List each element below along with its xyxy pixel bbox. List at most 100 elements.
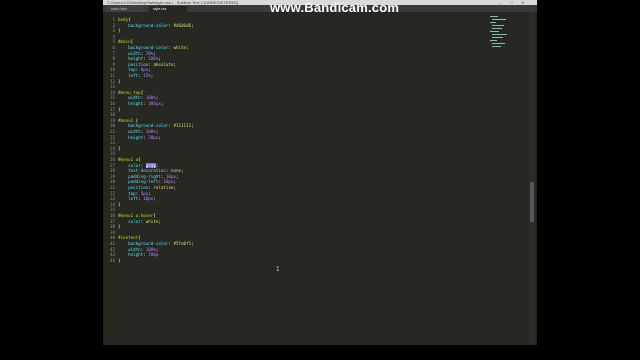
code-token: height (118, 134, 144, 140)
code-token: top (118, 67, 136, 73)
line-number: 44 (109, 257, 115, 263)
selected-token: gray (145, 162, 156, 168)
code-token: ; (153, 50, 156, 56)
code-token: 100% (145, 95, 156, 101)
code-token: 10px (163, 179, 174, 185)
code-token: background-color (118, 241, 169, 246)
code-token: } (118, 145, 121, 151)
code-token: { (130, 39, 134, 45)
code-token: { (128, 17, 131, 22)
code-token: ; (158, 134, 161, 140)
code-token: 15% (143, 73, 151, 78)
minimap[interactable] (490, 16, 510, 56)
code-token: ; (181, 168, 184, 174)
code-token: #content (118, 235, 139, 241)
code-token: ; (176, 173, 179, 179)
code-token: ; (153, 196, 156, 202)
code-line[interactable]: } (118, 258, 121, 264)
code-token: { (133, 117, 139, 123)
code-line[interactable]: left: 10px; (118, 196, 156, 202)
code-token: absolute (153, 61, 174, 67)
code-token: position (118, 61, 149, 67)
code-token: height (118, 101, 144, 106)
code-token: #menu1 (118, 117, 134, 123)
code-token: ; (173, 179, 177, 185)
code-token: padding-right (118, 173, 161, 179)
code-line[interactable]: color: white; (118, 219, 161, 225)
code-token: white (173, 45, 187, 50)
code-line[interactable]: left: 15%; (118, 73, 153, 79)
code-token: } (118, 28, 121, 34)
code-token: ; (155, 95, 159, 101)
code-token: position (118, 185, 149, 190)
editor-window: C:\Users\123\Desktop\Sait\style.css • - … (103, 0, 537, 345)
code-token: none (170, 168, 182, 174)
code-token: ; (191, 241, 194, 246)
code-token: width (118, 95, 141, 101)
code-token: width (118, 50, 141, 56)
tab-index-html[interactable]: index.html (107, 6, 145, 12)
code-token: background-color (118, 22, 169, 28)
code-token: 100% (148, 56, 159, 62)
code-line[interactable]: } (118, 28, 121, 34)
code-token: color (118, 162, 141, 168)
code-token: } (118, 257, 121, 263)
code-line[interactable]: } (118, 107, 121, 113)
code-token: #111111 (173, 123, 192, 129)
code-token: ; (173, 185, 177, 190)
code-token: relative (153, 185, 174, 190)
vertical-scrollbar[interactable] (529, 12, 535, 345)
code-token: 100% (145, 246, 156, 252)
code-token: #main (118, 39, 131, 45)
tab-style-css[interactable]: style.css (149, 6, 187, 12)
code-token: ; (191, 22, 194, 28)
code-token: } (118, 78, 121, 84)
code-token: color (118, 218, 141, 224)
code-token: left (118, 73, 139, 78)
code-token: ; (186, 45, 189, 50)
code-line[interactable]: height: 700p (118, 252, 158, 258)
code-token: #menu1 a:hover (118, 213, 154, 218)
code-token: { (153, 213, 156, 218)
code-token: 700p (148, 252, 159, 258)
code-line[interactable]: } (118, 224, 121, 230)
code-token: } (118, 201, 121, 207)
code-token: white (145, 218, 159, 224)
code-line[interactable]: } (118, 146, 121, 152)
code-token: #d6d6d6 (173, 22, 192, 28)
mouse-cursor-icon: I (276, 266, 280, 273)
code-token: ; (155, 246, 159, 252)
code-token: { (138, 235, 141, 241)
code-token: } (118, 224, 121, 230)
code-line[interactable]: } (118, 202, 121, 208)
scrollbar-thumb[interactable] (530, 182, 534, 222)
code-line[interactable]: background-color: #d6d6d6; (118, 23, 194, 29)
code-token: 10px (143, 196, 154, 202)
code-token: ; (160, 101, 164, 106)
code-token: left (118, 196, 139, 202)
code-token: #menu1 a (118, 157, 139, 162)
code-token: #5fa0f1 (173, 241, 192, 246)
code-token: background-color (118, 123, 169, 129)
code-token: top (118, 190, 136, 196)
code-token: padding-left (118, 179, 159, 185)
code-token: background-color (118, 45, 169, 50)
code-token: ; (191, 123, 194, 129)
code-token: 10px (165, 173, 176, 179)
code-token: ; (150, 73, 154, 78)
code-token: { (140, 89, 144, 95)
code-token: text-decoration (118, 168, 166, 174)
code-token: height (118, 252, 144, 258)
code-token: 30px (148, 134, 159, 140)
code-line[interactable]: height: 30px; (118, 135, 161, 141)
code-token: ; (158, 218, 161, 224)
code-token: #menu_top (118, 89, 141, 95)
code-token: 100% (145, 129, 156, 134)
code-token: width (118, 246, 141, 252)
code-line[interactable]: height: 300px; (118, 101, 163, 107)
code-token: ; (148, 190, 151, 196)
code-token: ; (158, 56, 161, 62)
code-token: } (118, 106, 121, 112)
code-token: height (118, 56, 144, 62)
code-line[interactable]: } (118, 79, 121, 85)
